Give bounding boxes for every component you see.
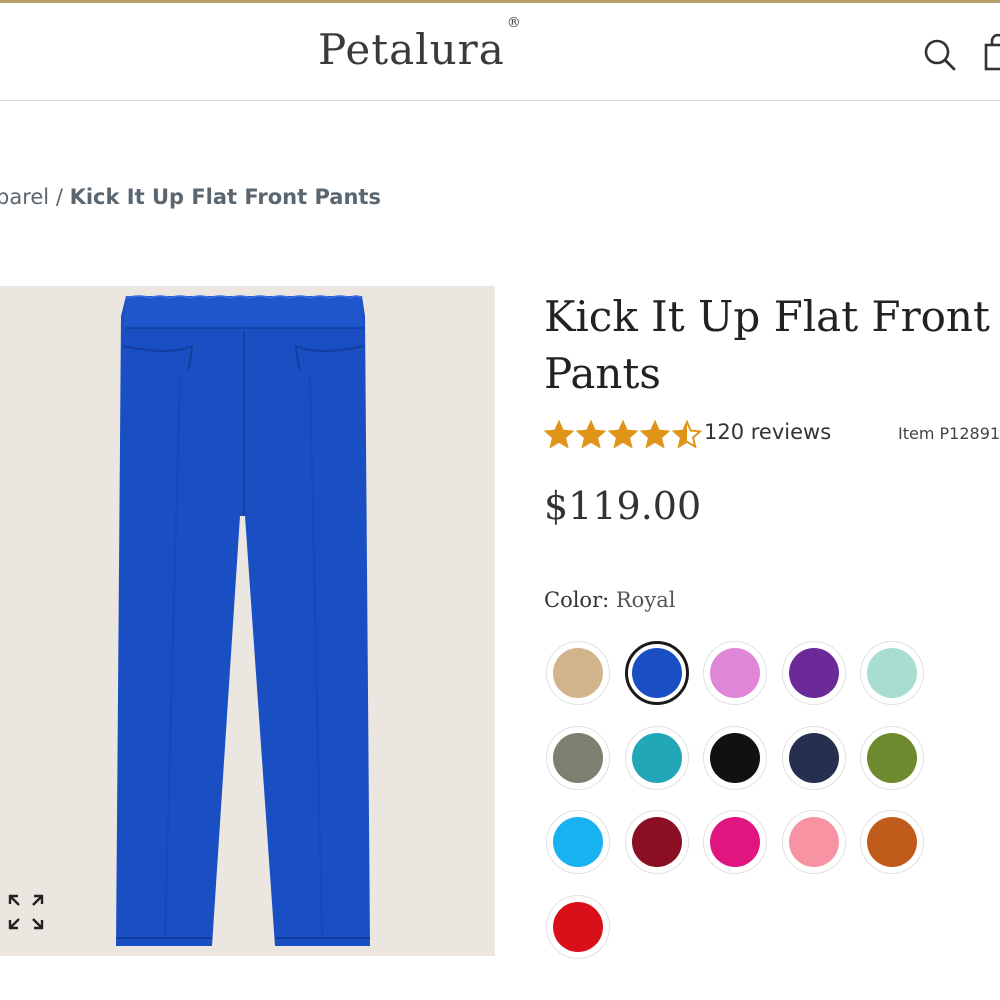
swatch-color-dot [789,733,839,783]
star-half-icon [672,420,702,448]
site-header: Petalura® [0,3,1000,101]
color-swatch-mint[interactable] [860,641,924,705]
selected-color-name: Royal [615,588,676,612]
swatch-color-dot [867,733,917,783]
pants-photo [0,286,495,956]
color-swatch-sky[interactable] [546,810,610,874]
breadcrumb-current: Kick It Up Flat Front Pants [69,185,381,209]
color-swatch-sage[interactable] [546,726,610,790]
color-swatch-wine[interactable] [625,810,689,874]
brand-name: Petalura [318,25,505,74]
swatch-color-dot [789,648,839,698]
swatch-color-dot [710,648,760,698]
swatch-color-dot [867,817,917,867]
color-swatch-black[interactable] [703,726,767,790]
brand-logo[interactable]: Petalura® [318,15,521,74]
expand-icon [8,894,44,930]
color-swatch-purple[interactable] [782,641,846,705]
search-button[interactable] [920,35,960,75]
star-full-icon [544,420,574,448]
breadcrumb-separator: / [49,185,70,209]
swatch-color-dot [632,648,682,698]
breadcrumb-parent-link[interactable]: parel [0,185,49,209]
swatch-color-dot [553,733,603,783]
star-full-icon [640,420,670,448]
color-swatch-navy[interactable] [782,726,846,790]
search-icon [924,39,956,71]
swatch-color-dot [789,817,839,867]
star-rating[interactable] [544,420,704,450]
product-title: Kick It Up Flat Front Pants [544,292,990,398]
product-price: $119.00 [544,484,702,528]
cart-button[interactable] [982,33,1000,73]
color-swatch-rust[interactable] [860,810,924,874]
breadcrumb: parel / Kick It Up Flat Front Pants [0,185,381,209]
swatch-color-dot [553,902,603,952]
color-swatch-orchid[interactable] [703,641,767,705]
color-label: Color: Royal [544,588,675,612]
zoom-button[interactable] [6,892,46,932]
color-swatch-royal[interactable] [625,641,689,705]
item-number: Item P12891 [898,424,1000,443]
color-swatch-tan[interactable] [546,641,610,705]
product-image[interactable] [0,286,495,956]
swatch-color-dot [553,648,603,698]
swatch-color-dot [710,817,760,867]
star-full-icon [608,420,638,448]
swatch-color-dot [553,817,603,867]
shopping-bag-icon [984,33,1000,71]
color-swatch-teal[interactable] [625,726,689,790]
color-swatch-magenta[interactable] [703,810,767,874]
swatch-color-dot [632,733,682,783]
reviews-link[interactable]: 120 reviews [704,420,831,444]
star-full-icon [576,420,606,448]
color-swatch-pink[interactable] [782,810,846,874]
swatch-color-dot [632,817,682,867]
color-swatch-red[interactable] [546,895,610,959]
swatch-color-dot [710,733,760,783]
color-swatch-olive[interactable] [860,726,924,790]
color-label-text: Color: [544,588,610,612]
swatch-color-dot [867,648,917,698]
registered-mark: ® [506,15,522,31]
